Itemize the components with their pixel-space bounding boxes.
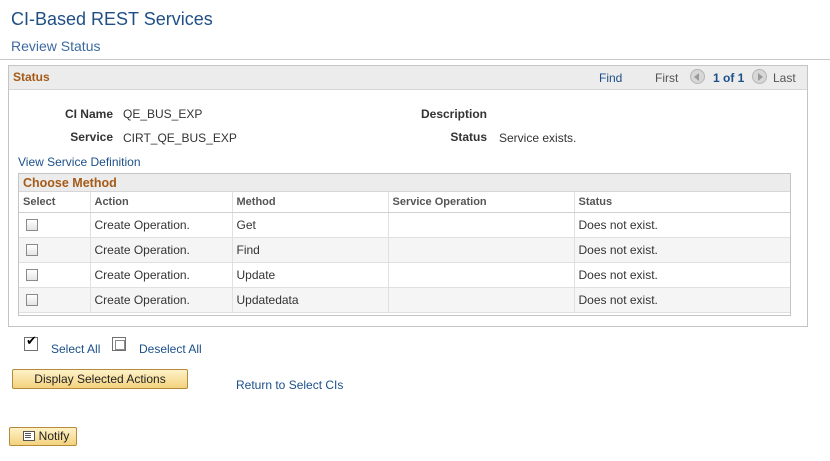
method-cell: Updatedata: [232, 287, 389, 313]
row-select-checkbox[interactable]: [26, 219, 38, 232]
table-row: Create Operation. Update Does not exist.: [19, 262, 790, 288]
status-field-label: Status: [450, 130, 487, 144]
notify-icon: [22, 430, 35, 441]
status-cell: Does not exist.: [574, 237, 790, 263]
checkbox-checked-icon[interactable]: [24, 334, 38, 351]
row-count: 1 of 1: [713, 71, 745, 85]
select-cell: [19, 262, 91, 288]
table-row: Create Operation. Get Does not exist.: [19, 212, 790, 238]
service-operation-cell: [388, 212, 575, 238]
select-all-link[interactable]: Select All: [51, 342, 100, 356]
column-header-select: Select: [19, 192, 91, 213]
column-header-status: Status: [574, 192, 790, 213]
method-cell: Get: [232, 212, 389, 238]
ci-name-value: QE_BUS_EXP: [123, 107, 203, 121]
action-cell: Create Operation.: [90, 212, 233, 238]
method-cell: Find: [232, 237, 389, 263]
page-subtitle: Review Status: [11, 38, 101, 54]
action-cell: Create Operation.: [90, 287, 233, 313]
nav-first-label: First: [655, 71, 679, 85]
select-cell: [19, 212, 91, 238]
notify-label: Notify: [38, 429, 70, 443]
table-row: Create Operation. Updatedata Does not ex…: [19, 287, 790, 313]
row-select-checkbox[interactable]: [26, 294, 38, 307]
column-header-service-operation: Service Operation: [388, 192, 575, 213]
status-header: Status Find First 1 of 1 Last: [9, 66, 807, 90]
service-label: Service: [70, 130, 113, 144]
select-cell: [19, 287, 91, 313]
service-operation-cell: [388, 262, 575, 288]
status-cell: Does not exist.: [574, 262, 790, 288]
title-divider: [0, 59, 830, 60]
row-select-checkbox[interactable]: [26, 244, 38, 257]
column-header-action: Action: [90, 192, 233, 213]
ci-name-label: CI Name: [64, 107, 113, 121]
column-header-method: Method: [232, 192, 389, 213]
select-cell: [19, 237, 91, 263]
table-header-row: Select Action Method Service Operation S…: [19, 192, 790, 213]
choose-method-title: Choose Method: [23, 176, 117, 190]
status-group: Status Find First 1 of 1 Last CI Name QE…: [8, 65, 808, 327]
method-cell: Update: [232, 262, 389, 288]
deselect-all-link[interactable]: Deselect All: [139, 342, 202, 356]
chevron-right-icon[interactable]: [752, 69, 767, 84]
description-label: Description: [420, 107, 487, 121]
view-service-definition-link[interactable]: View Service Definition: [18, 155, 141, 169]
row-select-checkbox[interactable]: [26, 269, 38, 282]
nav-last-label: Last: [773, 71, 796, 85]
action-cell: Create Operation.: [90, 237, 233, 263]
status-cell: Does not exist.: [574, 287, 790, 313]
action-cell: Create Operation.: [90, 262, 233, 288]
find-link[interactable]: Find: [599, 71, 622, 85]
status-section-title: Status: [13, 70, 50, 84]
method-table: Select Action Method Service Operation S…: [19, 192, 790, 313]
return-to-select-cis-link[interactable]: Return to Select CIs: [236, 378, 343, 392]
service-operation-cell: [388, 237, 575, 263]
status-cell: Does not exist.: [574, 212, 790, 238]
service-value: CIRT_QE_BUS_EXP: [123, 131, 237, 145]
status-field-value: Service exists.: [499, 131, 577, 145]
checkbox-empty-icon[interactable]: [112, 337, 126, 351]
display-selected-actions-button[interactable]: Display Selected Actions: [12, 369, 188, 389]
notify-button[interactable]: Notify: [9, 427, 77, 446]
table-row: Create Operation. Find Does not exist.: [19, 237, 790, 263]
service-operation-cell: [388, 287, 575, 313]
choose-method-header: Choose Method: [19, 174, 790, 192]
chevron-left-icon[interactable]: [690, 69, 705, 84]
page-title: CI-Based REST Services: [11, 9, 213, 29]
choose-method-grid: Choose Method Select Action Method Servi…: [18, 173, 791, 316]
